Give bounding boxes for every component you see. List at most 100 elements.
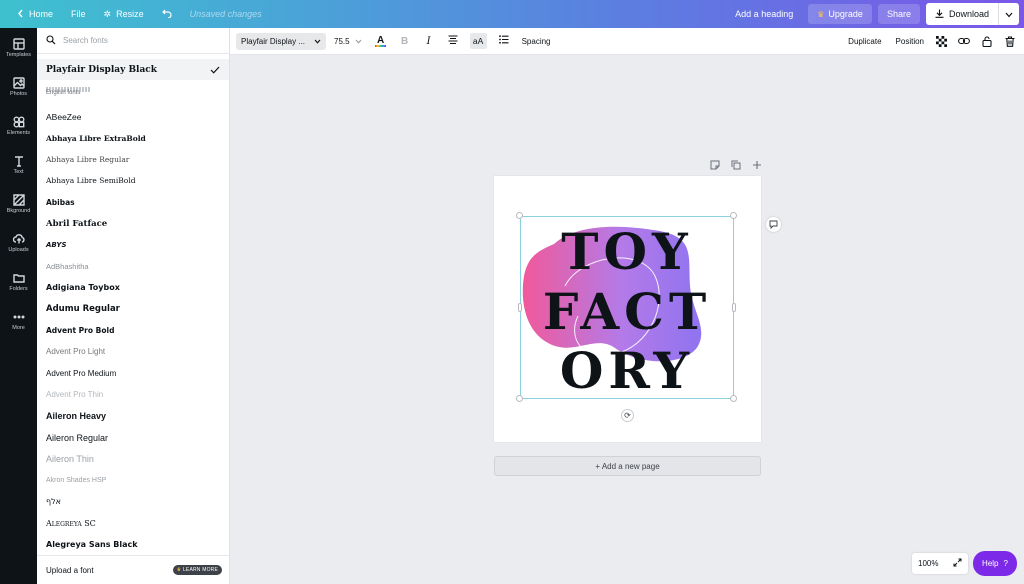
selected-font-item[interactable]: Playfair Display Black [37,59,229,80]
rail-item-folders[interactable]: Folders [0,262,37,301]
share-button[interactable]: Share [877,4,920,24]
selected-font-label: Playfair Display Black [46,64,158,75]
font-size-dropdown[interactable]: 75.5 [334,37,362,46]
zoom-control[interactable]: 100% [912,553,968,574]
rail-label: Bkground [6,207,31,214]
crown-icon: ♛ [176,567,182,573]
align-center-button[interactable] [446,34,460,48]
spacing-button[interactable]: Spacing [522,37,551,46]
add-new-page-button[interactable]: + Add a new page [494,456,761,476]
font-item[interactable]: ABeeZee [37,106,229,127]
font-item[interactable]: Aileron Thin [37,448,229,469]
lock-icon[interactable] [981,35,993,47]
font-panel: Playfair Display Black English fonts ABe… [37,28,230,584]
font-search-input[interactable] [63,36,213,45]
link-icon[interactable] [958,35,970,47]
resize-handle-bottom-left[interactable] [516,395,523,402]
trash-icon[interactable] [1004,35,1016,47]
rail-item-elements[interactable]: Elements [0,106,37,145]
font-item[interactable]: Advent Pro Bold [37,320,229,341]
section-label: English fonts [46,90,81,96]
font-item[interactable]: ABYS [37,234,229,255]
help-button[interactable]: Help ? [973,551,1017,576]
font-item[interactable]: Alegreya Sans Black [37,534,229,553]
comment-icon [769,218,778,232]
font-item[interactable]: Advent Pro Medium [37,363,229,384]
rail-item-uploads[interactable]: Uploads [0,223,37,262]
case-toggle-button[interactable]: aA [469,33,487,49]
comment-button[interactable] [766,217,781,232]
font-item[interactable]: AdBhashitha [37,256,229,277]
font-item[interactable]: Abibas [37,192,229,213]
font-item[interactable]: אלף [37,491,229,512]
font-item[interactable]: Alegreya SC [37,512,229,533]
download-button[interactable]: Download [926,3,999,25]
rail-item-more[interactable]: More [0,301,37,340]
resize-handle-top-left[interactable] [516,212,523,219]
upgrade-button[interactable]: ♛ Upgrade [808,4,872,24]
file-label: File [71,9,86,19]
rail-item-templates[interactable]: Templates [0,28,37,67]
bold-button[interactable]: B [398,34,412,48]
elements-icon [13,116,24,127]
upgrade-label: Upgrade [828,9,863,19]
resize-handle-bottom-right[interactable] [730,395,737,402]
learn-more-badge[interactable]: ♛ LEARN MORE [172,565,222,575]
resize-handle-left[interactable] [518,303,522,312]
font-item[interactable]: Aileron Heavy [37,405,229,426]
position-button[interactable]: Position [896,37,924,46]
rotate-handle[interactable]: ⟳ [621,409,634,422]
text-color-button[interactable]: A [374,34,388,48]
rail-item-background[interactable]: Bkground [0,184,37,223]
toolbar-right: Duplicate Position [834,28,1016,54]
rail-label: Folders [9,285,28,292]
download-group: Download [925,3,1019,25]
font-item[interactable]: Advent Pro Light [37,341,229,362]
rail-item-photos[interactable]: Photos [0,67,37,106]
italic-button[interactable]: I [422,34,436,48]
list-button[interactable] [497,34,511,48]
font-item[interactable]: Adumu Regular [37,299,229,320]
add-page-icon[interactable] [751,159,763,171]
copy-page-icon[interactable] [730,159,742,171]
rail-label: Templates [5,51,32,58]
zoom-level: 100% [918,559,939,568]
font-item[interactable]: Aileron Regular [37,427,229,448]
expand-icon[interactable] [953,558,962,569]
font-item[interactable]: Adigiana Toybox [37,277,229,298]
home-button[interactable]: Home [8,0,62,28]
font-family-dropdown[interactable]: Playfair Display ... [236,32,326,50]
rail-item-text[interactable]: Text [0,145,37,184]
upload-font-button[interactable]: Upload a font [46,566,94,575]
rail-label: Photos [9,90,28,97]
font-item[interactable]: Akron Shades HSP [37,470,229,491]
uploads-icon [12,233,25,243]
font-item[interactable]: Abhaya Libre ExtraBold [37,127,229,148]
resize-handle-top-right[interactable] [730,212,737,219]
font-search [37,28,229,54]
undo-button[interactable] [153,0,181,28]
font-item[interactable]: Abhaya Libre SemiBold [37,170,229,191]
sparkle-icon: ✲ [103,8,112,19]
resize-label: Resize [116,9,144,19]
download-options-button[interactable] [999,3,1019,25]
font-item[interactable]: Abhaya Libre Regular [37,149,229,170]
font-item[interactable]: Abril Fatface [37,213,229,234]
download-label: Download [948,9,989,19]
align-center-icon [448,35,458,47]
note-icon[interactable] [709,159,721,171]
rotate-icon: ⟳ [624,411,631,420]
font-item[interactable]: Advent Pro Thin [37,384,229,405]
home-label: Home [29,9,54,19]
rail-label: Uploads [8,246,29,253]
resize-handle-right[interactable] [732,303,736,312]
templates-icon [12,37,25,50]
file-menu[interactable]: File [62,0,95,28]
duplicate-button[interactable]: Duplicate [848,37,881,46]
color-bar [375,44,387,47]
transparency-icon[interactable] [935,35,947,47]
panel-footer: Upload a font ♛ LEARN MORE [37,555,229,584]
download-icon [935,9,944,20]
add-heading-button[interactable]: Add a heading [726,4,802,24]
resize-button[interactable]: ✲ Resize [95,0,153,28]
